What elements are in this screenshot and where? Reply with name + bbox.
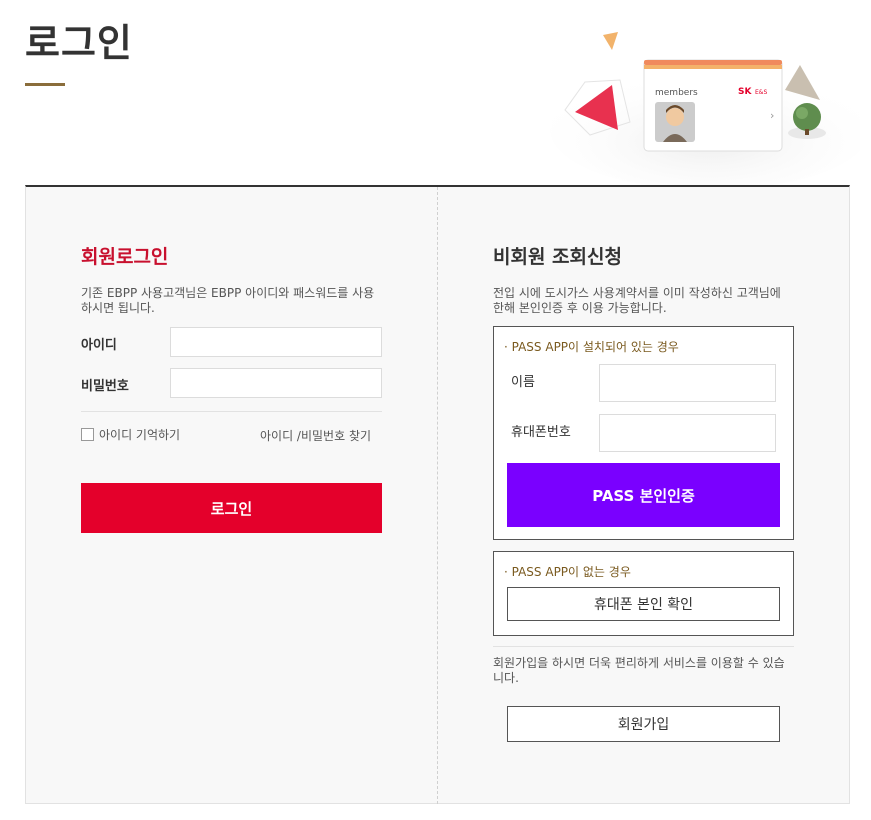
pass-verify-button[interactable]: PASS 본인인증 — [507, 463, 780, 527]
members-card-illustration: members SK E&S › — [550, 32, 860, 185]
phone-input[interactable] — [599, 414, 776, 452]
join-description: 회원가입을 하시면 더욱 편리하게 서비스를 이용할 수 있습니다. — [493, 656, 785, 685]
card-members-label: members — [655, 88, 698, 98]
svg-text:SK: SK — [738, 87, 752, 97]
name-label: 이름 — [511, 375, 535, 390]
member-login-description: 기존 EBPP 사용고객님은 EBPP 아이디와 패스워드를 사용하시면 됩니다… — [81, 286, 375, 315]
form-divider — [81, 411, 382, 412]
guest-inquiry-description: 전입 시에 도시가스 사용계약서를 이미 작성하신 고객님에 한해 본인인증 후… — [493, 286, 781, 315]
login-button[interactable]: 로그인 — [81, 483, 382, 533]
password-input[interactable] — [170, 368, 382, 398]
guest-inquiry-title: 비회원 조회신청 — [493, 246, 622, 268]
id-label: 아이디 — [81, 338, 117, 353]
find-id-password-link[interactable]: 아이디 /비밀번호 찾기 — [260, 427, 371, 444]
phone-label: 휴대폰번호 — [511, 425, 571, 440]
orange-triangle-shape — [603, 32, 618, 50]
id-input[interactable] — [170, 327, 382, 357]
svg-text:E&S: E&S — [755, 89, 767, 96]
members-card: members SK E&S › — [643, 59, 783, 152]
title-underline — [25, 83, 65, 86]
password-label: 비밀번호 — [81, 379, 129, 394]
remember-id-label: 아이디 기억하기 — [99, 428, 181, 442]
name-input[interactable] — [599, 364, 776, 402]
pass-not-installed-heading: · PASS APP이 없는 경우 — [504, 565, 631, 579]
panel-divider — [437, 187, 438, 804]
member-login-title: 회원로그인 — [81, 246, 169, 268]
join-button[interactable]: 회원가입 — [507, 706, 780, 742]
phone-verify-button[interactable]: 휴대폰 본인 확인 — [507, 587, 780, 621]
pass-installed-heading: · PASS APP이 설치되어 있는 경우 — [504, 340, 679, 354]
svg-text:›: › — [770, 109, 774, 122]
page-title: 로그인 — [25, 21, 133, 65]
checkbox-box[interactable] — [81, 428, 94, 441]
remember-id-checkbox[interactable]: 아이디 기억하기 — [81, 426, 180, 443]
join-divider — [493, 646, 794, 647]
